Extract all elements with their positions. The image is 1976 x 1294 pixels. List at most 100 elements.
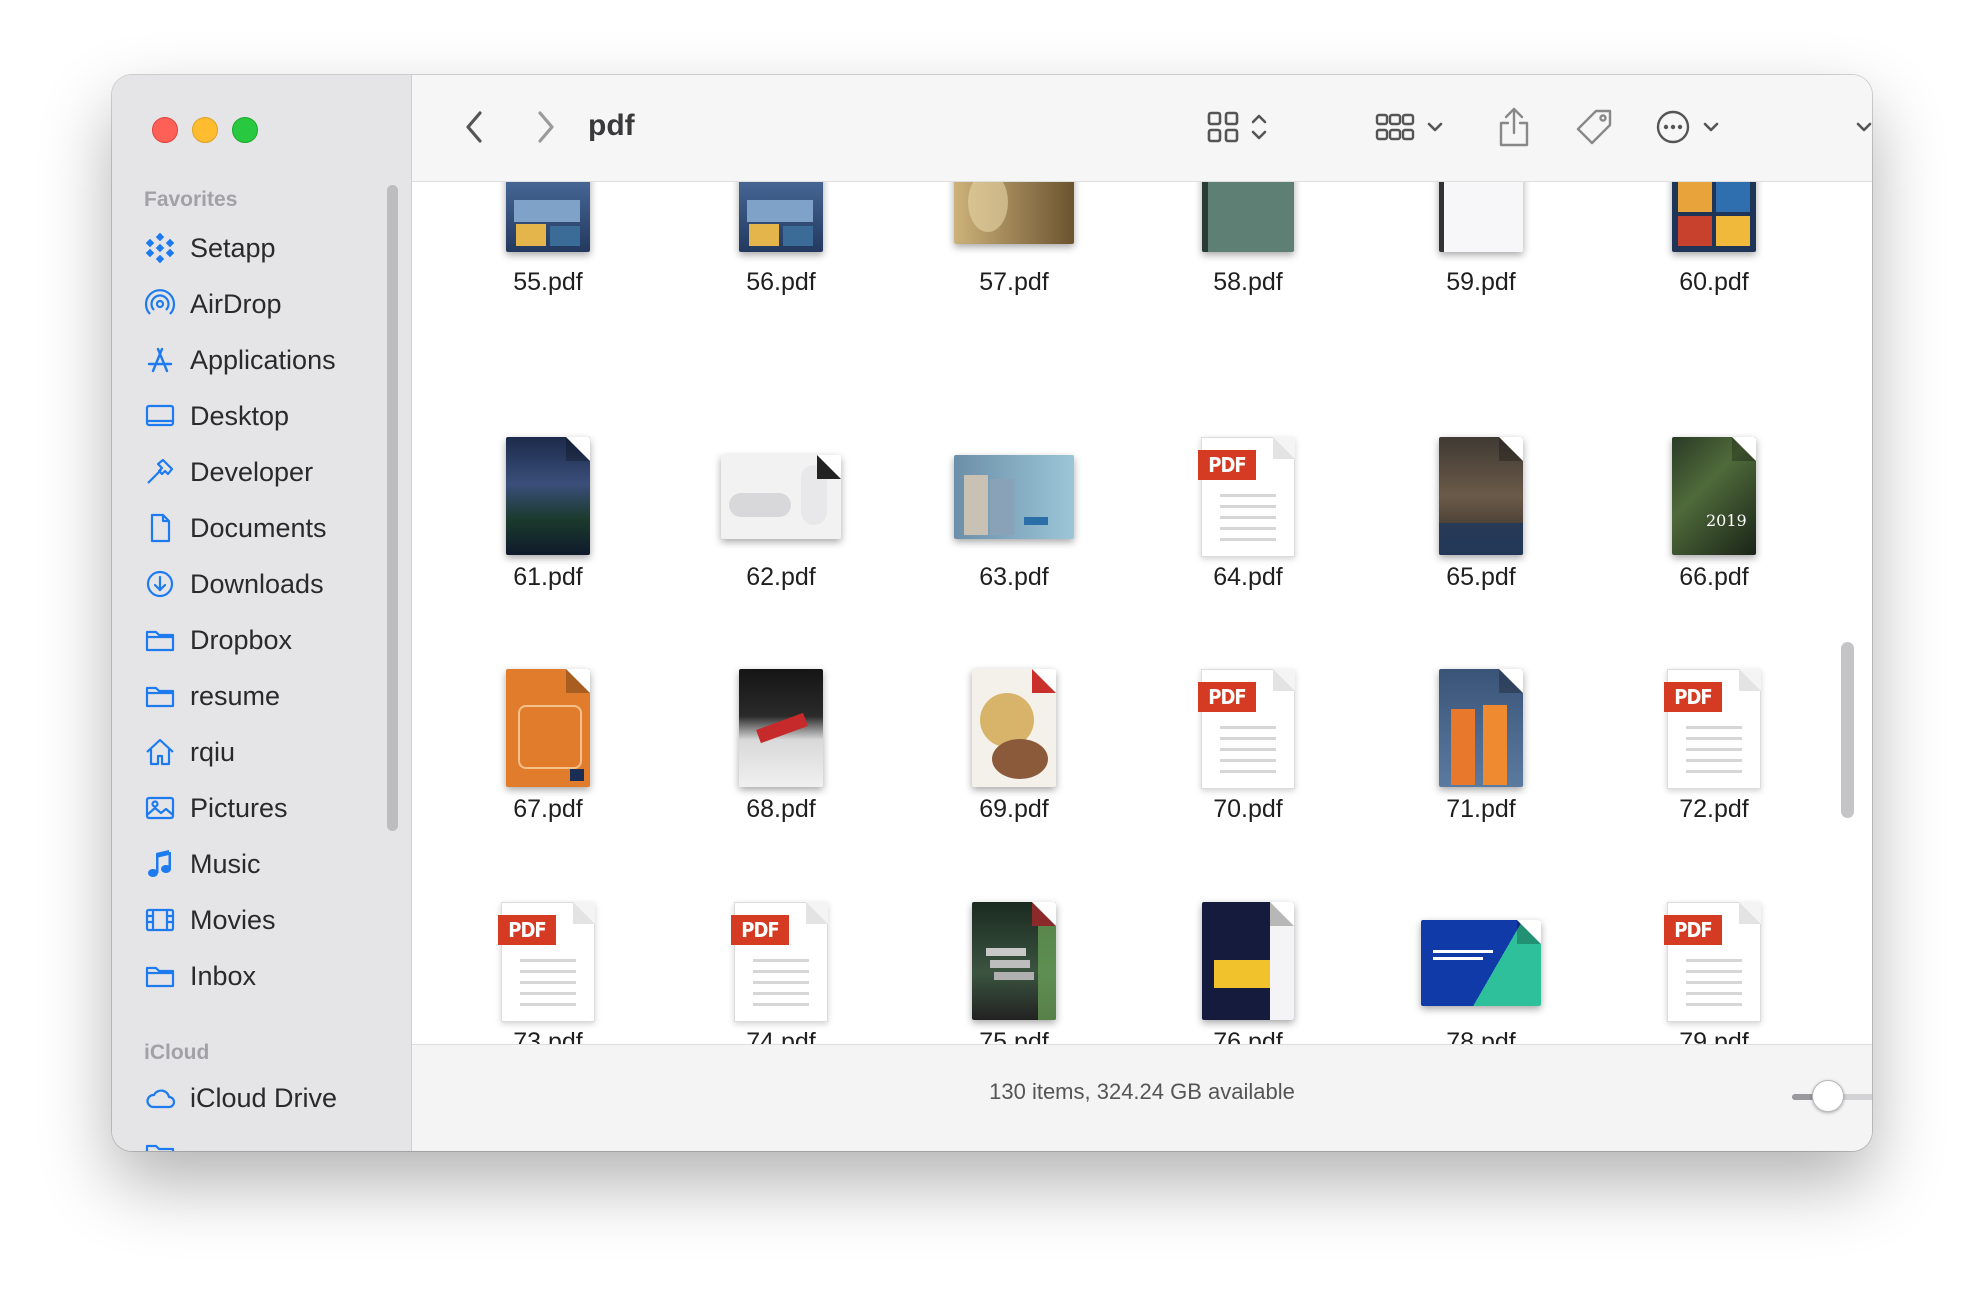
icon-size-slider[interactable]	[1792, 1080, 1872, 1112]
file-item[interactable]: PDF 72.pdf	[1619, 669, 1809, 839]
file-name: 66.pdf	[1679, 563, 1749, 591]
sidebar-item-pictures[interactable]: Pictures	[144, 786, 394, 830]
file-name: 76.pdf	[1213, 1028, 1283, 1044]
pdf-thumbnail	[1439, 669, 1523, 787]
file-name: 64.pdf	[1213, 563, 1283, 591]
document-icon	[144, 512, 176, 544]
chevron-right-icon	[538, 111, 554, 143]
view-mode-button[interactable]	[1198, 105, 1278, 149]
back-button[interactable]	[454, 107, 494, 147]
file-item[interactable]: 78.pdf	[1386, 902, 1576, 1044]
file-item[interactable]: 60.pdf	[1619, 182, 1809, 312]
file-item[interactable]: 59.pdf	[1386, 182, 1576, 312]
sidebar-item-airdrop[interactable]: AirDrop	[144, 282, 394, 326]
file-item[interactable]: PDF 74.pdf	[686, 902, 876, 1044]
setapp-icon	[144, 232, 176, 264]
pdf-document-icon: PDF	[1664, 669, 1761, 789]
file-item[interactable]: 69.pdf	[919, 669, 1109, 839]
pdf-thumbnail: 2019	[1672, 437, 1756, 555]
file-name: 61.pdf	[513, 563, 583, 591]
file-name: 79.pdf	[1679, 1028, 1749, 1044]
sidebar-item-downloads[interactable]: Downloads	[144, 562, 394, 606]
file-item[interactable]: 67.pdf	[453, 669, 643, 839]
more-actions-button[interactable]	[1648, 105, 1728, 149]
minimize-button[interactable]	[192, 117, 218, 143]
sidebar-item-label: Desktop	[190, 400, 290, 431]
file-item[interactable]: 61.pdf	[453, 437, 643, 607]
sidebar-item-label: AirDrop	[190, 288, 282, 319]
sidebar-scrollbar[interactable]	[387, 185, 398, 831]
share-button[interactable]	[1492, 103, 1536, 151]
file-name: 56.pdf	[746, 268, 816, 296]
sidebar-item-movies[interactable]: Movies	[144, 898, 394, 942]
file-item[interactable]: 58.pdf	[1153, 182, 1343, 312]
sidebar-item-label: rqiu	[190, 736, 236, 767]
file-item[interactable]: 68.pdf	[686, 669, 876, 839]
sidebar-item-dropbox[interactable]: Dropbox	[144, 618, 394, 662]
file-item[interactable]: PDF 64.pdf	[1153, 437, 1343, 607]
home-icon	[144, 736, 176, 768]
zoom-button[interactable]	[232, 117, 258, 143]
sidebar-item-label: Inbox	[190, 960, 257, 991]
sidebar-item-label: Downloads	[190, 568, 324, 599]
sidebar-item-applications[interactable]: Applications	[144, 338, 394, 382]
file-item[interactable]: PDF 73.pdf	[453, 902, 643, 1044]
sidebar-item-icloud-drive[interactable]: iCloud Drive	[144, 1076, 394, 1120]
file-item[interactable]: PDF 70.pdf	[1153, 669, 1343, 839]
pdf-thumbnail	[506, 182, 590, 252]
file-item[interactable]: 55.pdf	[453, 182, 643, 312]
group-by-button[interactable]	[1370, 105, 1450, 149]
pdf-thumbnail	[1439, 182, 1523, 252]
sidebar-item-label: Pictures	[190, 792, 288, 823]
file-item[interactable]: PDF 79.pdf	[1619, 902, 1809, 1044]
download-icon	[144, 568, 176, 600]
music-icon	[144, 848, 176, 880]
file-item[interactable]: 57.pdf	[919, 182, 1109, 312]
sidebar-item-setapp[interactable]: Setapp	[144, 226, 394, 270]
pdf-thumbnail	[954, 182, 1074, 244]
file-name: 58.pdf	[1213, 268, 1283, 296]
close-button[interactable]	[152, 117, 178, 143]
sidebar-item-rqiu[interactable]: rqiu	[144, 730, 394, 774]
file-name: 73.pdf	[513, 1028, 583, 1044]
file-item[interactable]: 63.pdf	[919, 437, 1109, 607]
sidebar-item-resume[interactable]: resume	[144, 674, 394, 718]
file-name: 67.pdf	[513, 795, 583, 823]
sidebar-item-inbox[interactable]: Inbox	[144, 954, 394, 998]
forward-button[interactable]	[526, 107, 566, 147]
file-name: 78.pdf	[1446, 1028, 1516, 1044]
file-item[interactable]: 2019 66.pdf	[1619, 437, 1809, 607]
sidebar-item-developer[interactable]: Developer	[144, 450, 394, 494]
sidebar-item-label: Setapp	[190, 232, 276, 263]
chevron-down-icon	[1427, 122, 1443, 132]
content-scrollbar[interactable]	[1841, 642, 1854, 818]
pdf-thumbnail	[1672, 182, 1756, 252]
grouping-icon	[1375, 113, 1415, 141]
file-name: 68.pdf	[746, 795, 816, 823]
desktop-icon	[144, 400, 176, 432]
sidebar: Favorites Setapp AirDrop Applications De…	[112, 75, 412, 1151]
pdf-badge: PDF	[731, 915, 789, 945]
sidebar-item-shared-partial[interactable]	[144, 1132, 394, 1151]
file-name: 63.pdf	[979, 563, 1049, 591]
sidebar-item-documents[interactable]: Documents	[144, 506, 394, 550]
folder-icon	[144, 680, 176, 712]
file-item[interactable]: 65.pdf	[1386, 437, 1576, 607]
sidebar-item-music[interactable]: Music	[144, 842, 394, 886]
airdrop-icon	[144, 288, 176, 320]
file-item[interactable]: 56.pdf	[686, 182, 876, 312]
file-item[interactable]: 75.pdf	[919, 902, 1109, 1044]
pictures-icon	[144, 792, 176, 824]
file-item[interactable]: 62.pdf	[686, 437, 876, 607]
icloud-header: iCloud	[144, 1041, 210, 1064]
icon-size-slider-knob[interactable]	[1812, 1080, 1845, 1112]
toolbar-overflow-button[interactable]	[1844, 107, 1872, 147]
tag-button[interactable]	[1572, 105, 1616, 149]
pdf-thumbnail	[506, 437, 590, 555]
status-bar: 130 items, 324.24 GB available	[412, 1044, 1872, 1151]
pdf-thumbnail	[972, 669, 1056, 787]
file-item[interactable]: 71.pdf	[1386, 669, 1576, 839]
sidebar-item-desktop[interactable]: Desktop	[144, 394, 394, 438]
file-item[interactable]: 76.pdf	[1153, 902, 1343, 1044]
pdf-thumbnail	[954, 455, 1074, 539]
